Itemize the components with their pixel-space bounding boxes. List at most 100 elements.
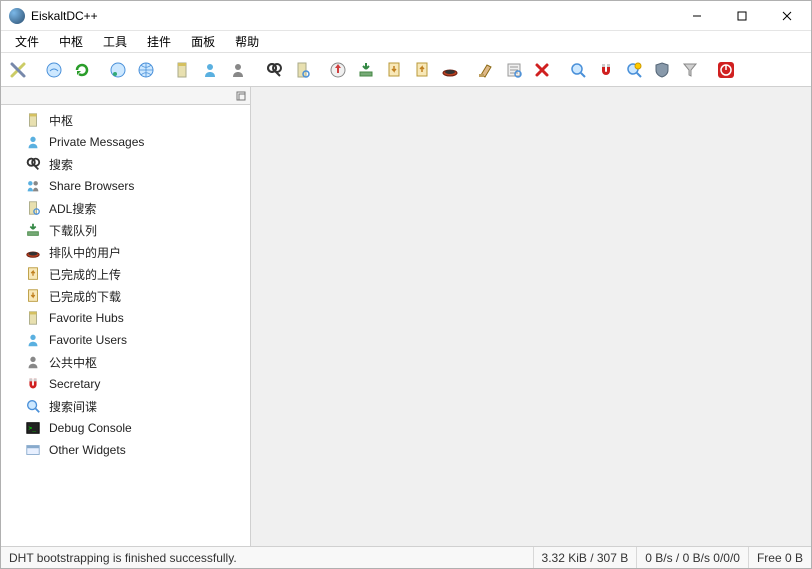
pm-icon (25, 134, 41, 150)
tree-item[interactable]: Other Widgets (1, 439, 250, 461)
internet-hubs-button[interactable] (133, 57, 159, 83)
clear-icon (477, 61, 495, 79)
tree-item[interactable]: Share Browsers (1, 175, 250, 197)
filter-button[interactable] (677, 57, 703, 83)
favorite-hubs-icon (25, 310, 41, 326)
magnet-button[interactable] (593, 57, 619, 83)
tree-item-label: ADL搜索 (49, 200, 96, 217)
connect-button[interactable] (41, 57, 67, 83)
toolbar (1, 53, 811, 87)
tree-item[interactable]: >_ Debug Console (1, 417, 250, 439)
menu-widgets[interactable]: 挂件 (137, 31, 181, 52)
remove-button[interactable] (529, 57, 555, 83)
connect-icon (45, 61, 63, 79)
favorite-users-icon (201, 61, 219, 79)
close-button[interactable] (764, 2, 809, 30)
upload-queue-icon (441, 61, 459, 79)
tree-item[interactable]: 中枢 (1, 109, 250, 131)
tree-item[interactable]: 公共中枢 (1, 351, 250, 373)
menu-hubs[interactable]: 中枢 (49, 31, 93, 52)
status-message: DHT bootstrapping is finished successful… (1, 547, 534, 568)
tree-item[interactable]: Secretary (1, 373, 250, 395)
tree-item[interactable]: Private Messages (1, 131, 250, 153)
tree-item-label: 已完成的上传 (49, 266, 121, 283)
upload-queue-button[interactable] (437, 57, 463, 83)
tree-item[interactable]: Favorite Users (1, 329, 250, 351)
tree-item-label: 中枢 (49, 112, 73, 129)
tree-item[interactable]: ADL搜索 (1, 197, 250, 219)
adl-search-icon (25, 200, 41, 216)
search-spy-icon (569, 61, 587, 79)
reconnect-button[interactable] (69, 57, 95, 83)
tree-item-label: Favorite Users (49, 333, 127, 347)
public-hubs-icon (229, 61, 247, 79)
titlebar: EiskaltDC++ (1, 1, 811, 31)
tree-item-label: Private Messages (49, 135, 144, 149)
favorite-hubs-icon (173, 61, 191, 79)
menu-panels[interactable]: 面板 (181, 31, 225, 52)
svg-text:>_: >_ (29, 425, 37, 432)
tree-item[interactable]: 搜索 (1, 153, 250, 175)
tree-item-label: Debug Console (49, 421, 132, 435)
finished-downloads-button[interactable] (381, 57, 407, 83)
status-free: Free 0 B (749, 547, 811, 568)
download-queue-button[interactable] (353, 57, 379, 83)
tree-item-label: Favorite Hubs (49, 311, 124, 325)
maximize-button[interactable] (719, 2, 764, 30)
minimize-button[interactable] (674, 2, 719, 30)
favorite-hubs-button[interactable] (169, 57, 195, 83)
reconnect-icon (73, 61, 91, 79)
secretary-button[interactable] (621, 57, 647, 83)
share-browser-icon (25, 178, 41, 194)
search-button[interactable] (261, 57, 287, 83)
magnet-icon (597, 61, 615, 79)
tree-item-label: 下载队列 (49, 222, 97, 239)
filter-icon (681, 61, 699, 79)
adl-search-icon (293, 61, 311, 79)
side-panel: 中枢 Private Messages 搜索 Share Browsers ADL搜索下… (1, 87, 251, 546)
power-button[interactable] (713, 57, 739, 83)
adl-search-button[interactable] (289, 57, 315, 83)
secretary-icon (625, 61, 643, 79)
finished-uploads-button[interactable] (409, 57, 435, 83)
finished-downloads-icon (385, 61, 403, 79)
refresh-list-button[interactable] (501, 57, 527, 83)
main-area (251, 87, 811, 546)
public-hubs-icon (25, 354, 41, 370)
favorite-users-button[interactable] (197, 57, 223, 83)
clear-button[interactable] (473, 57, 499, 83)
finished-downloads-icon (25, 288, 41, 304)
favorite-users-icon (25, 332, 41, 348)
tree-item-label: Other Widgets (49, 443, 126, 457)
tree-item[interactable]: 已完成的上传 (1, 263, 250, 285)
status-traffic: 3.32 KiB / 307 B (534, 547, 638, 568)
settings-button[interactable] (5, 57, 31, 83)
tree-item[interactable]: 排队中的用户 (1, 241, 250, 263)
menu-help[interactable]: 帮助 (225, 31, 269, 52)
tree-item-label: 排队中的用户 (49, 244, 121, 261)
quick-connect-icon (109, 61, 127, 79)
tree-item[interactable]: Favorite Hubs (1, 307, 250, 329)
tree-item[interactable]: 下载队列 (1, 219, 250, 241)
public-hubs-button[interactable] (225, 57, 251, 83)
tree-item-label: 搜索间谍 (49, 398, 97, 415)
search-spy-button[interactable] (565, 57, 591, 83)
tree-item[interactable]: 已完成的下载 (1, 285, 250, 307)
remove-icon (533, 61, 551, 79)
hash-progress-button[interactable] (325, 57, 351, 83)
quick-connect-button[interactable] (105, 57, 131, 83)
magnet-icon (25, 376, 41, 392)
search-icon (25, 156, 41, 172)
tree-item-label: Share Browsers (49, 179, 134, 193)
content-area: 中枢 Private Messages 搜索 Share Browsers ADL搜索下… (1, 87, 811, 546)
dock-icon[interactable] (236, 91, 246, 101)
console-icon: >_ (25, 420, 41, 436)
upload-queue-icon (25, 244, 41, 260)
other-widgets-icon (25, 442, 41, 458)
tree-item-label: 公共中枢 (49, 354, 97, 371)
panel-header (1, 87, 250, 105)
shield-button[interactable] (649, 57, 675, 83)
menu-tools[interactable]: 工具 (93, 31, 137, 52)
tree-item[interactable]: 搜索间谍 (1, 395, 250, 417)
menu-file[interactable]: 文件 (5, 31, 49, 52)
